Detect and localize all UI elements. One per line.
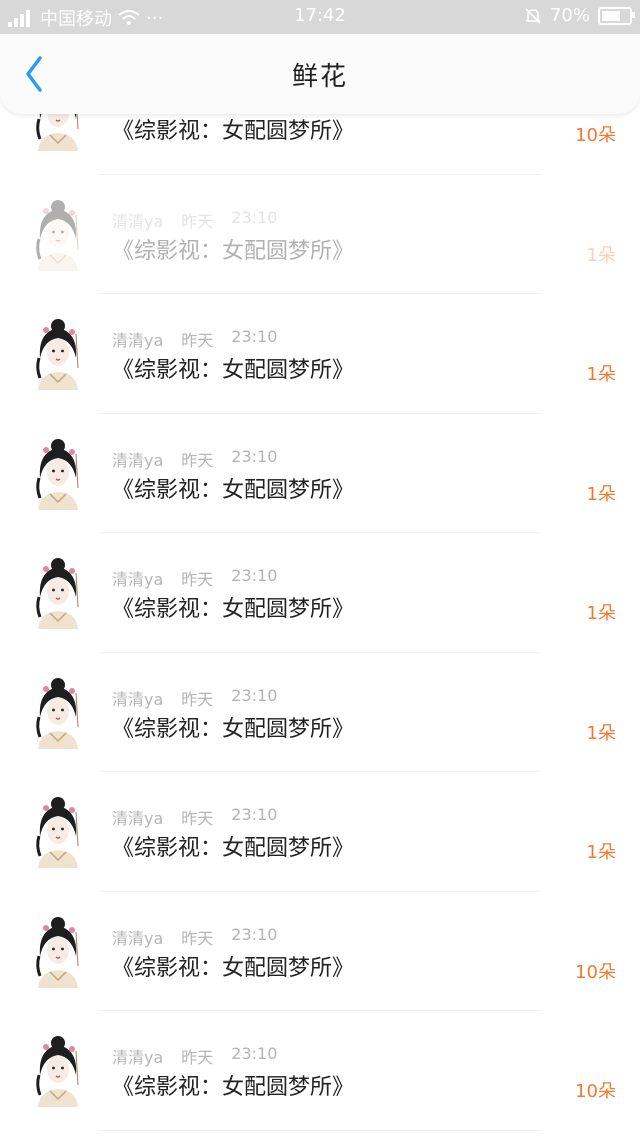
item-time: 23:10	[231, 446, 278, 466]
item-user: 清清ya	[112, 928, 164, 948]
avatar[interactable]	[30, 318, 86, 390]
list-item[interactable]: 清清ya 昨天 23:10 《综影视：女配圆梦所》 10朵	[0, 1011, 640, 1131]
item-time: 23:10	[231, 327, 278, 346]
item-novel-title: 《综影视：女配圆梦所》	[112, 955, 355, 981]
item-novel-title: 《综影视：女配圆梦所》	[112, 477, 355, 503]
list-item[interactable]: 清清ya 昨天 23:10 《综影视：女配圆梦所》 1朵	[0, 772, 640, 892]
item-novel-title: 《综影视：女配圆梦所》	[112, 597, 355, 622]
item-flower-count: 10朵	[575, 125, 616, 146]
status-bar: 中国移动 ··· 17:42 70%	[0, 0, 640, 34]
item-date: 昨天	[181, 1048, 214, 1067]
item-date: 昨天	[181, 331, 214, 350]
list-item[interactable]: 清清ya 昨天 23:10 《综影视：女配圆梦所》 1朵	[0, 414, 640, 533]
avatar[interactable]	[30, 1035, 86, 1107]
item-flower-count: 1朵	[586, 842, 616, 863]
item-novel-title: 《综影视：女配圆梦所》	[112, 1075, 355, 1100]
item-time: 23:10	[231, 566, 278, 585]
item-date: 昨天	[181, 689, 214, 709]
item-flower-count: 10朵	[575, 961, 616, 983]
item-date: 昨天	[181, 211, 214, 231]
list-item[interactable]: 清清ya 昨天 23:10 《综影视：女配圆梦所》 10朵	[0, 114, 640, 175]
list-rows: 清清ya 昨天 23:10 《综影视：女配圆梦所》 10朵 清清ya 昨天 23…	[0, 114, 640, 1131]
avatar[interactable]	[30, 677, 86, 749]
item-user: 清清ya	[112, 211, 164, 231]
list-item[interactable]: 清清ya 昨天 23:10 《综影视：女配圆梦所》 1朵	[0, 294, 640, 414]
item-flower-count: 10朵	[575, 1081, 616, 1102]
item-time: 23:10	[231, 207, 278, 227]
row-divider	[100, 1129, 540, 1131]
item-flower-count: 1朵	[586, 603, 616, 624]
avatar[interactable]	[30, 557, 86, 629]
item-flower-count: 1朵	[586, 364, 616, 385]
item-user: 清清ya	[112, 689, 164, 709]
item-novel-title: 《综影视：女配圆梦所》	[112, 238, 355, 264]
item-meta: 清清ya 昨天 23:10	[112, 327, 277, 351]
list-item[interactable]: 清清ya 昨天 23:10 《综影视：女配圆梦所》 1朵	[0, 653, 640, 772]
flower-list[interactable]: 清清ya 昨天 23:10 《综影视：女配圆梦所》 10朵 清清ya 昨天 23…	[0, 114, 640, 1138]
avatar[interactable]	[30, 916, 86, 988]
mute-bell-icon	[525, 7, 541, 24]
status-right: 70%	[524, 5, 635, 26]
item-time: 23:10	[231, 685, 278, 705]
item-time: 23:10	[231, 1044, 278, 1063]
item-meta: 清清ya 昨天 23:10	[112, 208, 277, 232]
header-bar: 鲜花	[0, 34, 640, 114]
item-meta: 清清ya 昨天 23:10	[112, 447, 277, 471]
item-meta: 清清ya 昨天 23:10	[112, 566, 277, 590]
battery-fill	[602, 10, 621, 21]
item-user: 清清ya	[112, 450, 164, 470]
item-flower-count: 1朵	[586, 244, 616, 266]
item-meta: 清清ya 昨天 23:10	[112, 805, 277, 829]
item-time: 23:10	[231, 924, 278, 944]
item-novel-title: 《综影视：女配圆梦所》	[112, 716, 355, 742]
item-meta: 清清ya 昨天 23:10	[112, 1044, 277, 1068]
item-novel-title: 《综影视：女配圆梦所》	[112, 836, 355, 861]
item-flower-count: 1朵	[586, 722, 616, 744]
item-meta: 清清ya 昨天 23:10	[112, 686, 277, 710]
item-novel-title: 《综影视：女配圆梦所》	[112, 119, 355, 144]
item-user: 清清ya	[112, 570, 164, 589]
item-flower-count: 1朵	[586, 483, 616, 505]
item-time: 23:10	[231, 805, 278, 824]
item-user: 清清ya	[112, 1048, 164, 1067]
list-item[interactable]: 清清ya 昨天 23:10 《综影视：女配圆梦所》 1朵	[0, 533, 640, 653]
item-novel-title: 《综影视：女配圆梦所》	[112, 358, 355, 383]
item-date: 昨天	[181, 928, 214, 948]
battery-icon	[598, 6, 635, 25]
list-item[interactable]: 清清ya 昨天 23:10 《综影视：女配圆梦所》 10朵	[0, 892, 640, 1011]
item-meta: 清清ya 昨天 23:10	[112, 925, 277, 949]
avatar[interactable]	[30, 114, 86, 151]
battery-percent: 70%	[549, 5, 590, 26]
avatar[interactable]	[30, 199, 86, 271]
item-date: 昨天	[181, 450, 214, 470]
item-user: 清清ya	[112, 809, 164, 828]
list-item[interactable]: 清清ya 昨天 23:10 《综影视：女配圆梦所》 1朵	[0, 175, 640, 294]
item-date: 昨天	[181, 570, 214, 589]
avatar[interactable]	[30, 438, 86, 510]
avatar[interactable]	[30, 796, 86, 868]
item-user: 清清ya	[112, 331, 164, 350]
item-date: 昨天	[181, 809, 214, 828]
page-title: 鲜花	[291, 62, 348, 92]
